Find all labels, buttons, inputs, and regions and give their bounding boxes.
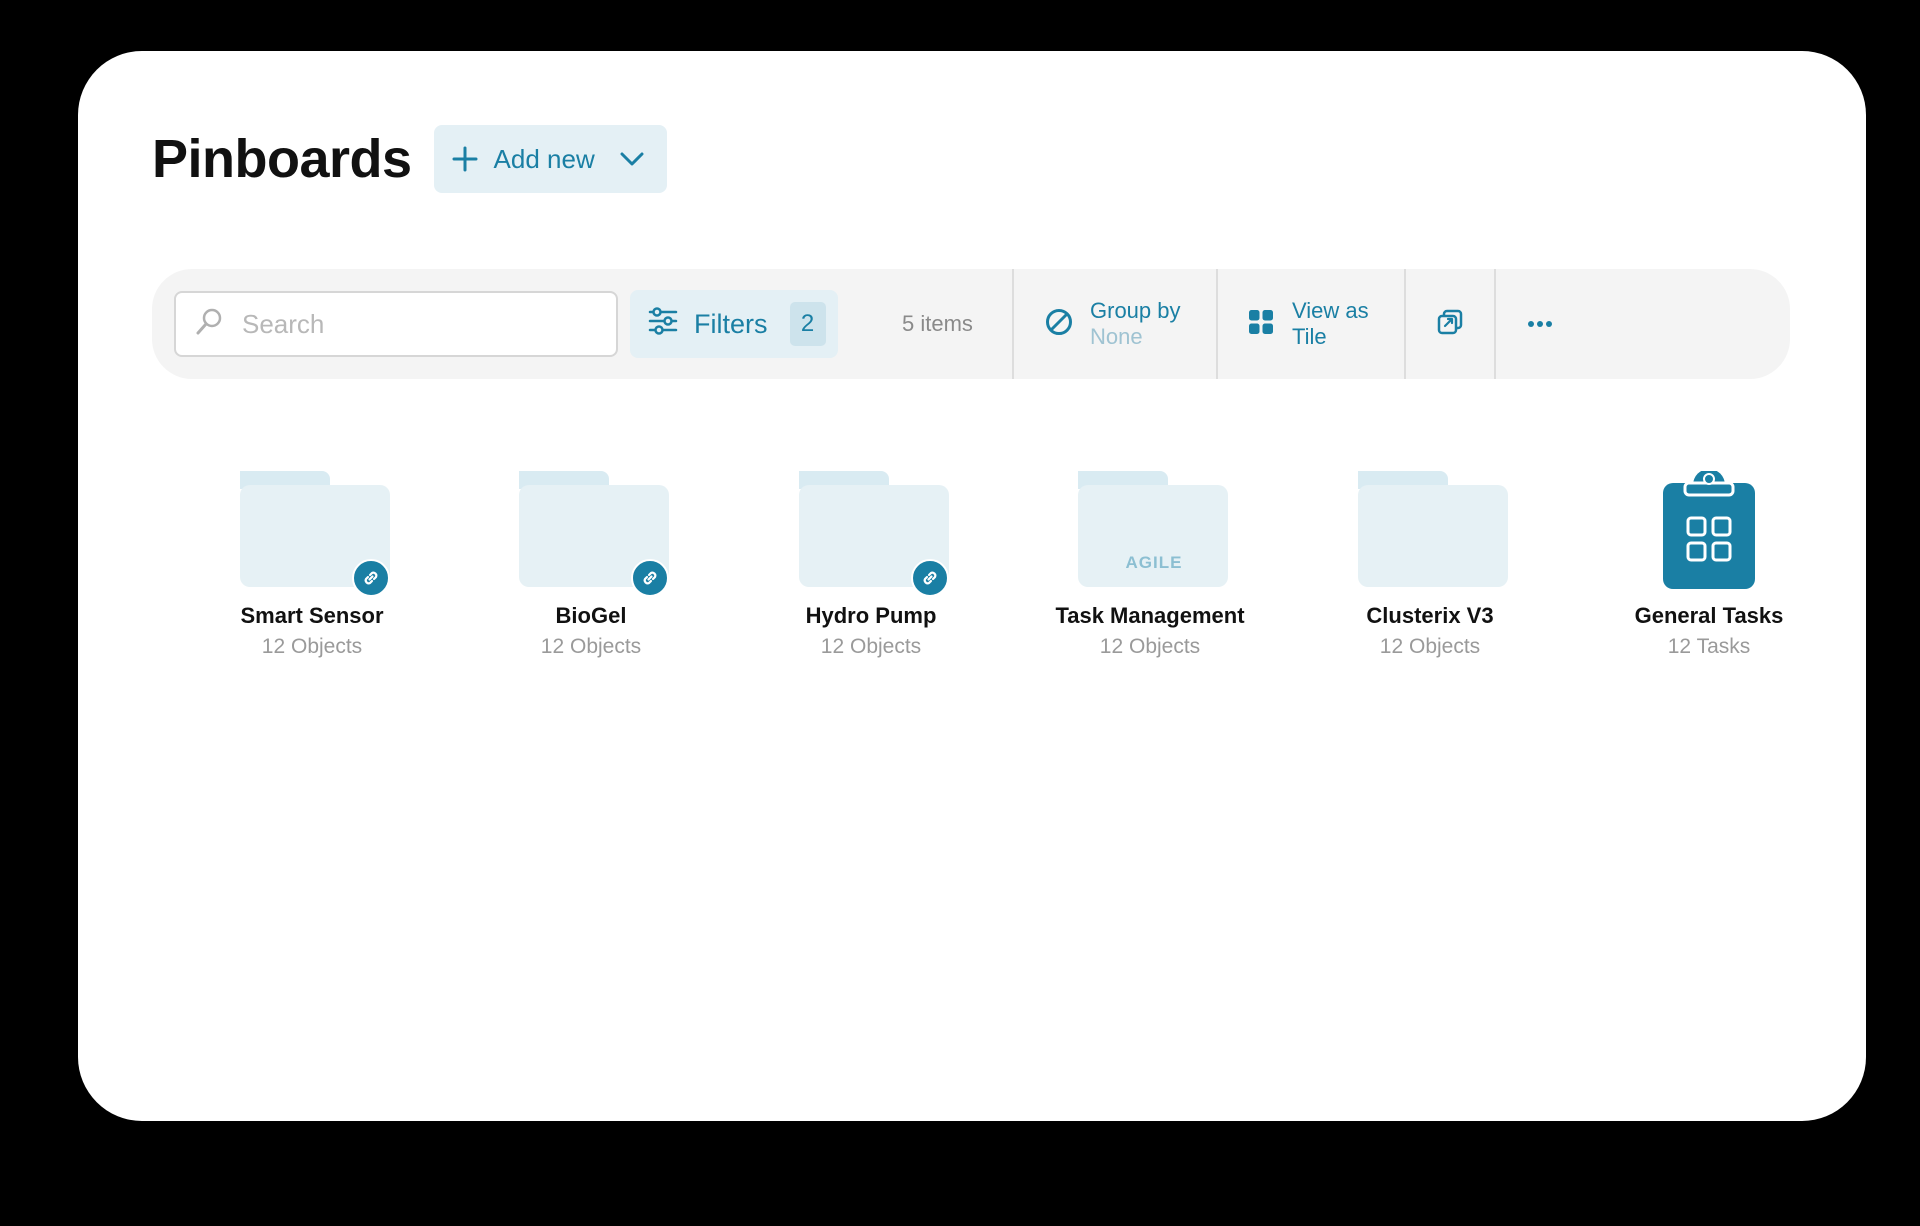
filters-count-badge: 2	[789, 302, 826, 346]
add-new-button[interactable]: Add new	[433, 125, 667, 193]
duplicate-button[interactable]	[1406, 269, 1494, 379]
tile-grid-icon	[1248, 309, 1274, 340]
no-grouping-icon	[1044, 307, 1074, 342]
search-input[interactable]	[240, 307, 584, 341]
tile-count: 12 Tasks	[1667, 635, 1751, 658]
view-as-button[interactable]: View as Tile	[1218, 269, 1404, 379]
tile-count: 12 Objects	[1099, 635, 1201, 658]
more-horizontal-icon	[1527, 315, 1553, 333]
plus-icon	[452, 146, 478, 172]
view-as-label: View as	[1292, 298, 1369, 323]
folder-icon	[511, 471, 671, 597]
group-by-button[interactable]: Group by None	[1014, 269, 1216, 379]
tile-title: Task Management	[1055, 603, 1245, 628]
page-title: Pinboards	[152, 129, 412, 189]
tile-title: BioGel	[555, 603, 627, 628]
tile-title: Hydro Pump	[805, 603, 937, 628]
view-as-value: Tile	[1292, 324, 1327, 349]
tile-count: 12 Objects	[1379, 635, 1481, 658]
group-by-value: None	[1090, 324, 1143, 349]
folder-icon	[232, 471, 392, 597]
tile-title: General Tasks	[1634, 603, 1784, 628]
folder-icon	[1350, 471, 1510, 591]
tile-count: 12 Objects	[540, 635, 642, 658]
sliders-icon	[648, 306, 678, 342]
link-icon	[352, 559, 390, 597]
items-count: 5 items	[902, 311, 973, 336]
filters-button[interactable]: Filters 2	[630, 290, 838, 358]
search-icon	[194, 307, 224, 342]
page-header: Pinboards Add new	[152, 125, 667, 193]
link-icon	[631, 559, 669, 597]
group-by-label: Group by	[1090, 298, 1181, 323]
pinboard-tile[interactable]: BioGel 12 Objects	[471, 471, 711, 659]
group-by-text: Group by None	[1090, 298, 1181, 350]
view-as-text: View as Tile	[1292, 298, 1369, 350]
copy-link-icon	[1437, 309, 1463, 340]
folder-label: AGILE	[1125, 553, 1183, 572]
pinboard-tile[interactable]: Hydro Pump 12 Objects	[751, 471, 991, 659]
tile-title: Smart Sensor	[240, 603, 384, 628]
link-icon	[911, 559, 949, 597]
more-options-button[interactable]	[1496, 269, 1584, 379]
pinboard-tile[interactable]: Clusterix V3 12 Objects	[1310, 471, 1550, 659]
toolbar: Filters 2 5 items Group by None	[152, 269, 1790, 379]
chevron-down-icon	[619, 151, 645, 167]
pinboard-tile[interactable]: AGILE Task Management 12 Objects	[1030, 471, 1270, 659]
tile-count: 12 Objects	[261, 635, 363, 658]
pinboard-tile[interactable]: Smart Sensor 12 Objects	[192, 471, 432, 659]
filters-label: Filters	[694, 308, 768, 339]
tile-title: Clusterix V3	[1366, 603, 1494, 628]
tile-count: 12 Objects	[820, 635, 922, 658]
search-box[interactable]	[174, 291, 618, 357]
folder-icon: AGILE	[1070, 471, 1230, 591]
folder-icon	[791, 471, 951, 597]
clipboard-grid-icon	[1629, 469, 1789, 591]
pinboard-tile[interactable]: General Tasks 12 Tasks	[1589, 469, 1829, 659]
add-new-label: Add new	[493, 143, 595, 174]
pinboards-window: Pinboards Add new Search Filters 2 5 ite…	[78, 51, 1866, 1121]
